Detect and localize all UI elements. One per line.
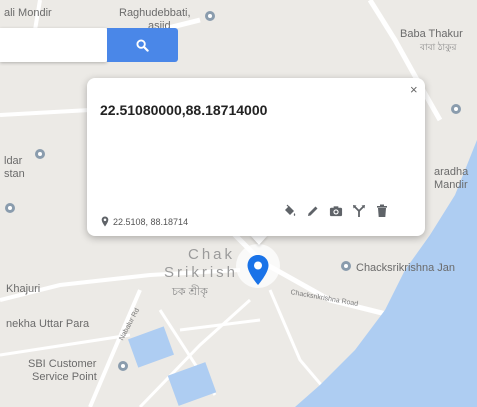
popup-tail bbox=[250, 235, 268, 245]
map-label-chak-bn: চক শ্রীকৃ bbox=[172, 286, 208, 298]
map-label-saradha: aradha bbox=[434, 166, 469, 178]
place-marker-icon[interactable] bbox=[204, 11, 216, 23]
map-label-srikrish: Srikrish bbox=[164, 264, 239, 281]
map-label-mandir: Mandir bbox=[434, 179, 468, 191]
directions-icon[interactable] bbox=[352, 204, 366, 218]
location-marker-icon[interactable] bbox=[246, 254, 270, 286]
pencil-icon[interactable] bbox=[306, 204, 320, 218]
map-label-baba-thakur: Baba Thakur bbox=[400, 28, 463, 40]
popup-coordinates-text: 22.5108, 88.18714 bbox=[113, 216, 189, 227]
popup-coordinates: 22.5108, 88.18714 bbox=[101, 216, 188, 227]
camera-icon[interactable] bbox=[329, 204, 343, 218]
place-marker-icon[interactable] bbox=[4, 202, 16, 214]
map-label-chak: Chak bbox=[188, 246, 236, 263]
close-button[interactable]: × bbox=[410, 82, 418, 97]
popup-actions bbox=[283, 204, 389, 218]
map-label-raghudebbati: Raghudebbati, bbox=[119, 7, 191, 19]
trash-icon[interactable] bbox=[375, 204, 389, 218]
map-label-sbi-customer: SBI Customer bbox=[28, 358, 97, 370]
search-input[interactable] bbox=[0, 28, 107, 62]
place-marker-icon[interactable] bbox=[340, 260, 352, 272]
place-marker-icon[interactable] bbox=[117, 360, 129, 372]
search-button[interactable] bbox=[107, 28, 178, 62]
popup-title: 22.51080000,88.18714000 bbox=[100, 102, 268, 118]
map-label-khajuri: Khajuri bbox=[6, 283, 41, 295]
paint-bucket-icon[interactable] bbox=[283, 204, 297, 218]
map-label-stan: stan bbox=[4, 168, 25, 180]
info-popup: × 22.51080000,88.18714000 22.5108, 88.18… bbox=[87, 78, 425, 236]
map-label-sbi-service-point: Service Point bbox=[32, 371, 97, 383]
place-marker-icon[interactable] bbox=[450, 103, 462, 115]
map-label-chacksrikrishna: Chacksrikrishna Jan bbox=[356, 262, 456, 274]
place-marker-icon[interactable] bbox=[34, 148, 46, 160]
map-label-baba-thakur-bn: বাবা ঠাকুর bbox=[420, 42, 457, 52]
map-canvas[interactable]: ali Mondir Raghudebbati, asjid Baba Thak… bbox=[0, 0, 477, 407]
search-icon bbox=[136, 38, 149, 52]
map-label-ldar: ldar bbox=[4, 155, 23, 167]
map-label-kali-mondir: ali Mondir bbox=[4, 7, 52, 19]
map-label-nekha-uttar-para: nekha Uttar Para bbox=[6, 318, 90, 330]
pin-icon bbox=[101, 216, 109, 227]
